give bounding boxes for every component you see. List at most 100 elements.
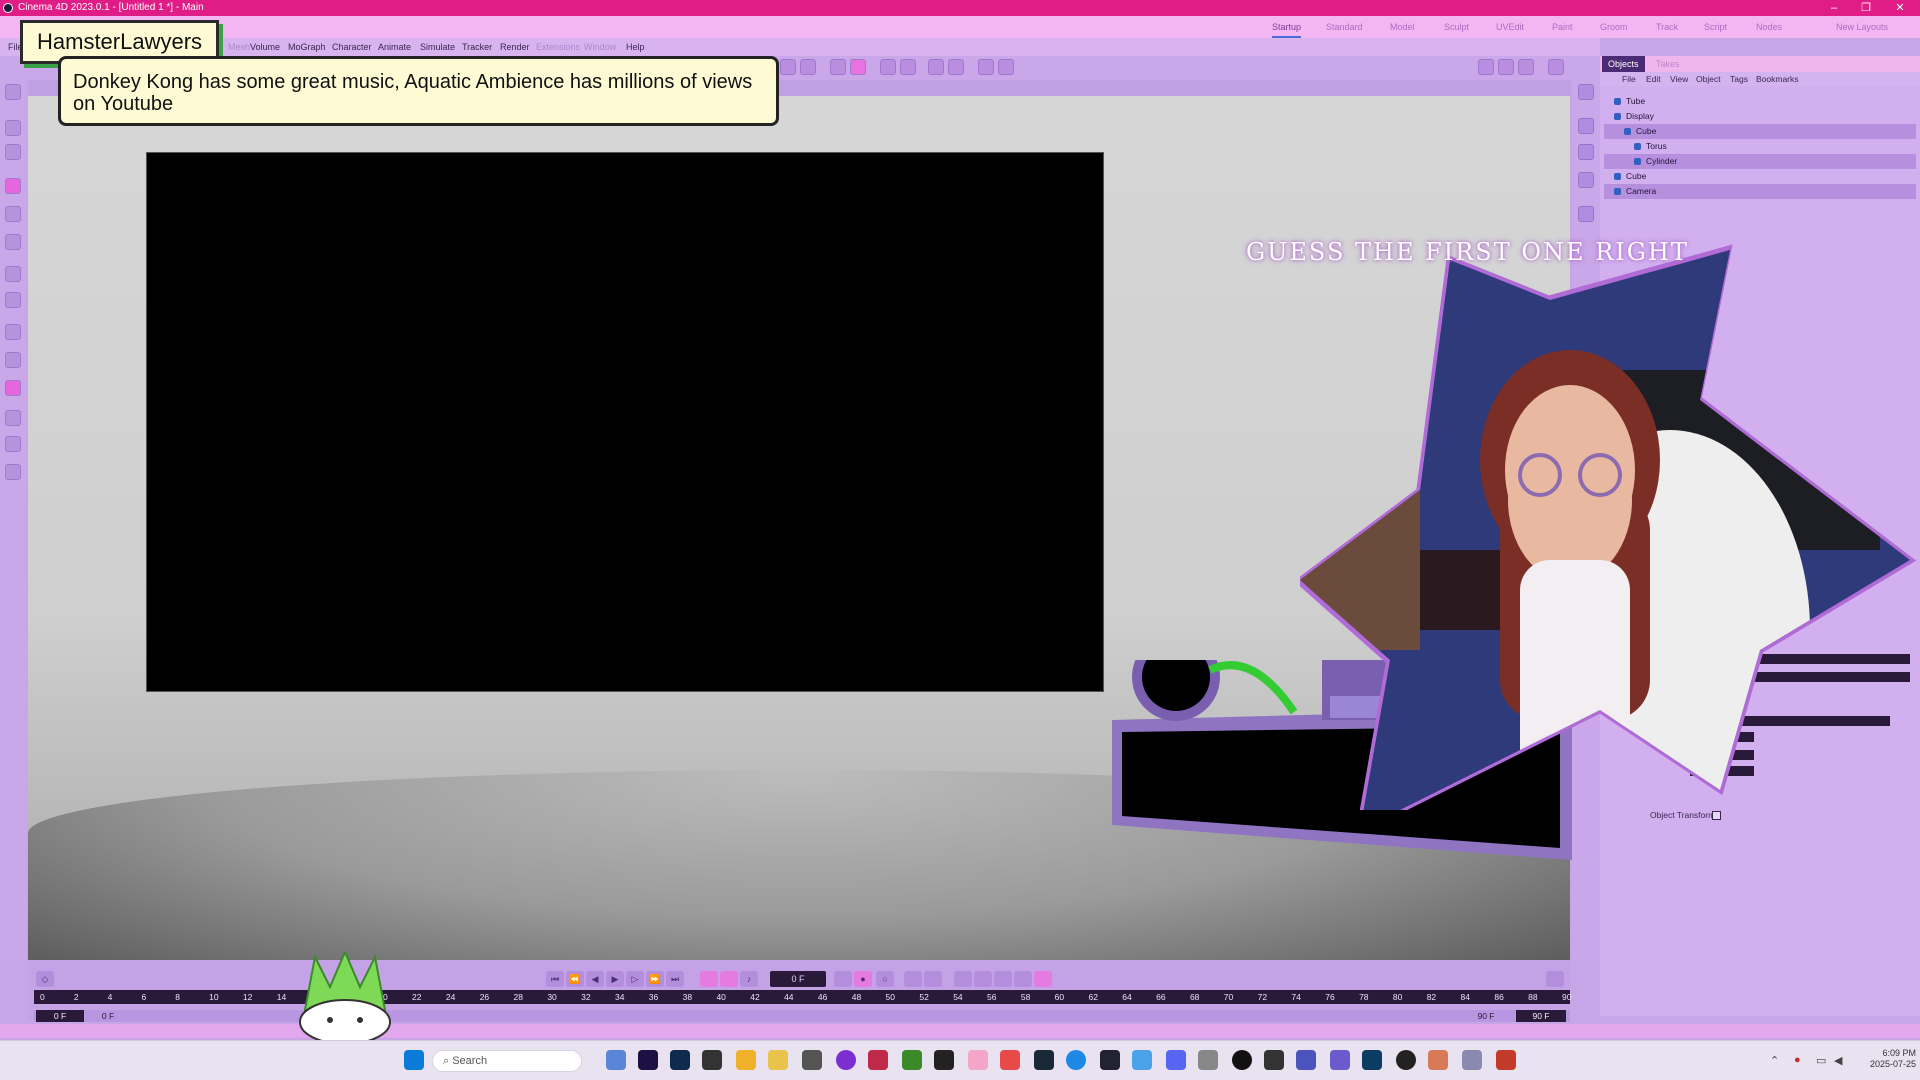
maximize-button[interactable]: ❐ (1852, 0, 1880, 16)
minecraft-icon[interactable] (902, 1050, 922, 1070)
object-transform-checkbox[interactable] (1712, 811, 1721, 820)
key-options-button[interactable] (924, 971, 942, 987)
prev-key-button[interactable]: ⏪ (566, 971, 584, 987)
prev-frame-button[interactable]: ◀ (586, 971, 604, 987)
network-app-icon[interactable] (1462, 1050, 1482, 1070)
sculpt-brush-icon[interactable] (5, 352, 21, 368)
go-to-end-button[interactable]: ⏭ (666, 971, 684, 987)
layout-tab-paint[interactable]: Paint (1552, 16, 1573, 38)
app-icon[interactable] (702, 1050, 722, 1070)
layout-tab-script[interactable]: Script (1704, 16, 1727, 38)
brush-icon[interactable] (5, 436, 21, 452)
object-row[interactable]: Cube (1604, 124, 1916, 139)
light-icon[interactable] (1578, 206, 1594, 222)
menu-volume[interactable]: Volume (250, 38, 280, 56)
windows-start-icon[interactable] (404, 1050, 424, 1070)
photoshop-icon[interactable] (670, 1050, 690, 1070)
menu-extensions[interactable]: Extensions (536, 38, 580, 56)
om-menu-edit[interactable]: Edit (1646, 72, 1661, 86)
range-end-field[interactable]: 90 F (1516, 1010, 1566, 1022)
microphone-icon[interactable]: ● (1794, 1054, 1801, 1066)
move-tool-icon[interactable] (5, 178, 21, 194)
teams-icon[interactable] (1296, 1050, 1316, 1070)
file-explorer-icon[interactable] (736, 1050, 756, 1070)
menu-simulate[interactable]: Simulate (420, 38, 455, 56)
menu-animate[interactable]: Animate (378, 38, 411, 56)
render-settings-icon[interactable] (998, 59, 1014, 75)
live-select-icon[interactable] (5, 144, 21, 160)
preview-range-button[interactable] (720, 971, 738, 987)
target-icon[interactable] (900, 59, 916, 75)
key-position-button[interactable] (954, 971, 972, 987)
snap-tool-icon[interactable] (800, 59, 816, 75)
menu-render[interactable]: Render (500, 38, 530, 56)
blue-app-icon[interactable] (1132, 1050, 1152, 1070)
key-pla-button[interactable] (1034, 971, 1052, 987)
sticky-notes-icon[interactable] (768, 1050, 788, 1070)
tab-objects[interactable]: Objects (1602, 56, 1645, 72)
premiere-icon[interactable] (638, 1050, 658, 1070)
om-menu-bookmarks[interactable]: Bookmarks (1756, 72, 1799, 86)
cinema4d-taskbar-icon[interactable] (1362, 1050, 1382, 1070)
record-options-button[interactable] (834, 971, 852, 987)
recording-app-icon[interactable] (1496, 1050, 1516, 1070)
loop-button[interactable] (700, 971, 718, 987)
tab-takes[interactable]: Takes (1650, 56, 1686, 72)
om-menu-file[interactable]: File (1622, 72, 1636, 86)
dark-app-icon[interactable] (1264, 1050, 1284, 1070)
symmetry-icon[interactable] (928, 59, 944, 75)
keyframe-icon[interactable]: ◇ (36, 971, 54, 987)
play-button[interactable]: ▶ (606, 971, 624, 987)
key-scale-button[interactable] (994, 971, 1012, 987)
next-frame-button[interactable]: ▷ (626, 971, 644, 987)
layout-tab-model[interactable]: Model (1390, 16, 1415, 38)
object-row[interactable]: Torus (1604, 139, 1916, 154)
layout-tab-startup[interactable]: Startup (1272, 16, 1302, 38)
render-region-icon[interactable] (1498, 59, 1514, 75)
keyframe-selection-button[interactable] (904, 971, 922, 987)
timeline-ruler[interactable] (34, 990, 1570, 1004)
rotate-tool-icon[interactable] (5, 206, 21, 222)
red-app-icon[interactable] (868, 1050, 888, 1070)
black-circle-icon[interactable] (1232, 1050, 1252, 1070)
objects-panel-icon[interactable] (1578, 84, 1594, 100)
object-row[interactable]: Camera (1604, 184, 1916, 199)
axis-tool-icon[interactable] (5, 266, 21, 282)
transform-tool-icon[interactable] (5, 292, 21, 308)
epic-games-icon[interactable] (934, 1050, 954, 1070)
record-button[interactable]: ● (854, 971, 872, 987)
go-to-start-button[interactable]: ⏮ (546, 971, 564, 987)
obs-icon[interactable] (1100, 1050, 1120, 1070)
layout-tab-track[interactable]: Track (1656, 16, 1678, 38)
axis-icon[interactable] (880, 59, 896, 75)
taskbar-clock[interactable]: 6:09 PM 2025-07-25 (1848, 1048, 1916, 1070)
volume-icon[interactable]: ◀ (1834, 1054, 1842, 1067)
cube-primitive-icon[interactable] (1578, 118, 1594, 134)
menu-character[interactable]: Character (332, 38, 372, 56)
circle-app-icon[interactable] (836, 1050, 856, 1070)
om-menu-object[interactable]: Object (1696, 72, 1721, 86)
orange-app-icon[interactable] (1428, 1050, 1448, 1070)
key-param-button[interactable] (1014, 971, 1032, 987)
calculator-icon[interactable] (606, 1050, 626, 1070)
audio-app-icon[interactable] (802, 1050, 822, 1070)
cube-solid-icon[interactable] (1578, 144, 1594, 160)
link-icon[interactable] (948, 59, 964, 75)
picture-viewer-icon[interactable] (1478, 59, 1494, 75)
pink-app-icon[interactable] (968, 1050, 988, 1070)
object-row[interactable]: Display (1604, 109, 1916, 124)
magnet-tool-icon[interactable] (780, 59, 796, 75)
layout-tab-groom[interactable]: Groom (1600, 16, 1628, 38)
monitor-icon[interactable]: ▭ (1816, 1054, 1826, 1067)
redshift-icon[interactable] (1548, 59, 1564, 75)
menu-help[interactable]: Help (626, 38, 645, 56)
minimize-button[interactable]: – (1820, 0, 1848, 16)
layout-tab-new-layouts[interactable]: New Layouts (1836, 16, 1888, 38)
tray-chevron-icon[interactable]: ⌃ (1770, 1054, 1779, 1067)
steam-icon[interactable] (1034, 1050, 1054, 1070)
sound-icon[interactable]: ♪ (740, 971, 758, 987)
key-rotation-button[interactable] (974, 971, 992, 987)
layout-tab-standard[interactable]: Standard (1326, 16, 1363, 38)
object-row[interactable]: Tube (1604, 94, 1916, 109)
paint-icon[interactable] (5, 380, 21, 396)
